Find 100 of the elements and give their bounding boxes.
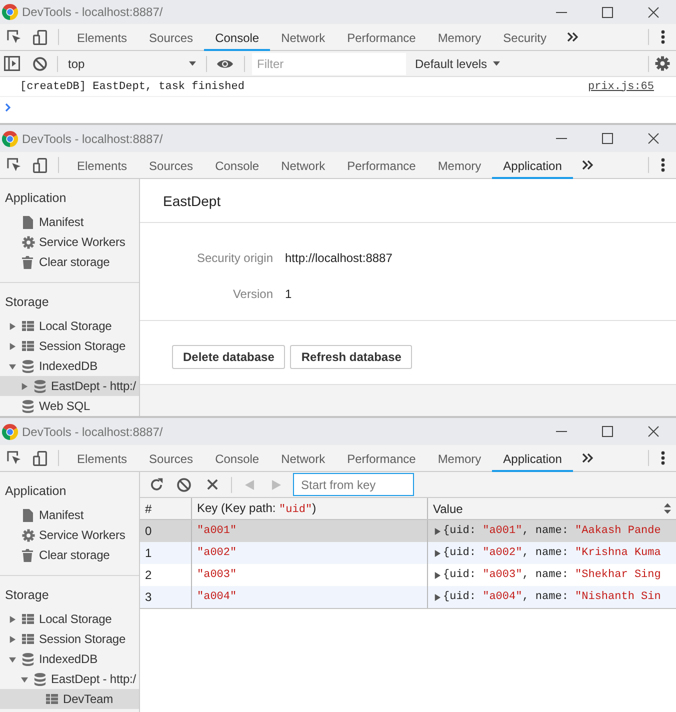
- panel-tab[interactable]: Console: [204, 152, 270, 179]
- grid-icon: [22, 614, 34, 624]
- settings-icon[interactable]: [655, 56, 670, 71]
- device-icon[interactable]: [33, 30, 47, 44]
- tree-triangle-icon[interactable]: [9, 362, 16, 370]
- table-cell: 0: [145, 524, 152, 538]
- sidebar-item[interactable]: Local Storage: [0, 609, 139, 629]
- sidebar-item[interactable]: EastDept - http:/: [0, 669, 139, 689]
- device-icon[interactable]: [33, 450, 47, 466]
- database-name: EastDept: [163, 192, 221, 208]
- sidebar-item[interactable]: Service Workers: [0, 232, 139, 252]
- app-logo-icon: [2, 4, 18, 20]
- table-cell: "a002": [197, 547, 237, 559]
- sidebar-item[interactable]: Clear storage: [0, 252, 139, 272]
- inspect-icon[interactable]: [7, 451, 21, 465]
- maximize-icon[interactable]: [602, 6, 612, 18]
- table-row[interactable]: 1 "a002" {uid: "a002", name: "Krishna Kuma: [140, 542, 676, 564]
- sidebar-item[interactable]: Clear storage: [0, 545, 139, 565]
- table-cell: {uid: "a003", name: "Shekhar Sing: [443, 569, 661, 581]
- action-button[interactable]: Delete database: [172, 345, 286, 369]
- close-icon[interactable]: [648, 426, 658, 437]
- tree-triangle-icon[interactable]: [9, 342, 16, 350]
- panel-tab[interactable]: Performance: [336, 24, 427, 51]
- panel-tab[interactable]: Network: [270, 152, 336, 179]
- panel-tab[interactable]: Performance: [336, 445, 427, 472]
- sidebar-item[interactable]: IndexedDB: [0, 649, 139, 669]
- table-row[interactable]: 3 "a004" {uid: "a004", name: "Nishanth Sin: [140, 586, 676, 608]
- file-icon: [23, 216, 33, 228]
- panel-tab[interactable]: Memory: [426, 152, 492, 179]
- panel-tab[interactable]: Elements: [66, 445, 138, 472]
- tree-triangle-icon[interactable]: [9, 656, 16, 662]
- minimize-icon[interactable]: [556, 431, 566, 432]
- panel-tab[interactable]: Console: [204, 445, 270, 472]
- source-link[interactable]: prix.js:65: [588, 80, 654, 92]
- close-icon[interactable]: [648, 6, 658, 18]
- expand-triangle-icon[interactable]: [434, 528, 441, 534]
- sidebar-item[interactable]: Session Storage: [0, 336, 139, 356]
- panel-tab[interactable]: Performance: [336, 152, 427, 179]
- tree-triangle-icon[interactable]: [21, 382, 28, 390]
- close-icon[interactable]: [648, 133, 658, 144]
- more-tabs-icon[interactable]: [582, 453, 594, 463]
- panel-tab[interactable]: Application: [492, 152, 573, 179]
- eye-icon[interactable]: [217, 58, 233, 68]
- sidebar-item[interactable]: Manifest: [0, 212, 139, 232]
- maximize-icon[interactable]: [602, 426, 612, 437]
- inspect-icon[interactable]: [7, 30, 21, 44]
- panel-tab[interactable]: Sources: [138, 24, 204, 51]
- filter-field[interactable]: Filter: [252, 52, 406, 74]
- inspect-icon[interactable]: [7, 158, 21, 172]
- sort-icon[interactable]: [664, 503, 671, 514]
- section-title: Storage: [5, 295, 49, 309]
- panel-tab[interactable]: Network: [270, 445, 336, 472]
- minimize-icon[interactable]: [556, 138, 566, 139]
- panel-tab[interactable]: Elements: [66, 152, 138, 179]
- sidebar-item[interactable]: DevTeam: [0, 689, 139, 709]
- more-options-icon[interactable]: [660, 451, 664, 465]
- panel-tab[interactable]: Memory: [426, 24, 492, 51]
- device-icon[interactable]: [33, 158, 47, 172]
- clear-icon[interactable]: [33, 56, 47, 70]
- context-select[interactable]: top: [64, 52, 200, 74]
- panel-tab[interactable]: Network: [270, 24, 336, 51]
- sidebar-item[interactable]: EastDept - http:/: [0, 376, 139, 396]
- panel-tab[interactable]: Memory: [426, 445, 492, 472]
- maximize-icon[interactable]: [602, 133, 612, 144]
- panel-tab[interactable]: Security: [492, 24, 558, 51]
- clear-icon[interactable]: [177, 478, 191, 492]
- tree-triangle-icon[interactable]: [9, 322, 16, 330]
- expand-triangle-icon[interactable]: [434, 550, 441, 556]
- more-tabs-icon[interactable]: [567, 32, 578, 42]
- tree-triangle-icon[interactable]: [9, 616, 16, 622]
- sidebar-item[interactable]: IndexedDB: [0, 356, 139, 376]
- refresh-icon[interactable]: [150, 478, 162, 491]
- more-options-icon[interactable]: [660, 30, 664, 44]
- sidebar-toggle-icon[interactable]: [4, 56, 20, 71]
- database-icon: [22, 400, 34, 412]
- expand-triangle-icon[interactable]: [434, 572, 441, 578]
- levels-dropdown[interactable]: Default levels: [411, 52, 504, 74]
- sidebar-item[interactable]: Local Storage: [0, 316, 139, 336]
- sidebar-item[interactable]: Web SQL: [0, 396, 139, 416]
- panel-tab[interactable]: Sources: [138, 445, 204, 472]
- tree-triangle-icon[interactable]: [9, 636, 16, 642]
- sidebar-item[interactable]: Service Workers: [0, 525, 139, 545]
- section-title: Storage: [5, 588, 49, 602]
- action-button[interactable]: Refresh database: [290, 345, 412, 369]
- console-message: [createDB] EastDept, task finished: [20, 80, 244, 92]
- gear-icon: [22, 528, 35, 542]
- start-key-field[interactable]: Start from key: [293, 473, 414, 496]
- more-tabs-icon[interactable]: [582, 160, 594, 170]
- caret-icon: [493, 61, 500, 66]
- table-cell: "a001": [197, 525, 237, 537]
- sidebar-item[interactable]: Manifest: [0, 505, 139, 525]
- table-row[interactable]: 0 "a001" {uid: "a001", name: "Aakash Pande: [140, 520, 676, 542]
- delete-icon[interactable]: [206, 479, 218, 490]
- tree-triangle-icon[interactable]: [21, 676, 28, 682]
- sidebar-item[interactable]: Session Storage: [0, 629, 139, 649]
- file-icon: [23, 508, 33, 522]
- panel-tab[interactable]: Sources: [138, 152, 204, 179]
- more-options-icon[interactable]: [660, 158, 664, 172]
- panel-tab[interactable]: Elements: [66, 24, 138, 51]
- expand-triangle-icon[interactable]: [434, 594, 441, 600]
